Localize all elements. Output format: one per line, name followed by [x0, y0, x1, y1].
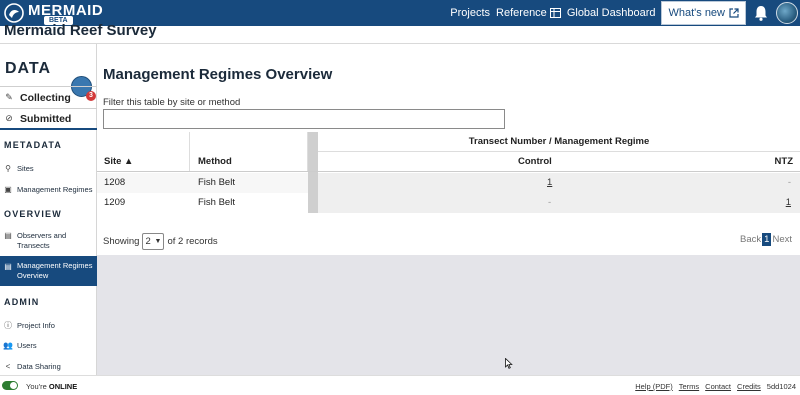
sidebar-item-label: Project Info [17, 320, 55, 330]
column-header-control[interactable]: Control [518, 152, 552, 172]
sidebar-item-sites[interactable]: ⚲ Sites [0, 160, 97, 176]
chevron-down-icon: ▼ [154, 238, 162, 245]
whats-new-label: What's new [668, 7, 725, 19]
overview-icon: ▤ [4, 262, 12, 271]
sidebar-item-label-line: Overview [17, 271, 49, 280]
project-title: Mermaid Reef Survey [4, 22, 157, 39]
row-background [318, 193, 800, 213]
sidebar-item-label-line: Management Regimes [17, 261, 93, 270]
spreadsheet-icon [549, 8, 561, 18]
cell-site: 1209 [104, 197, 126, 208]
submitted-icon: ⊘ [5, 113, 13, 123]
collecting-icon: ✎ [5, 92, 13, 102]
sidebar-item-label: Management Regimes [17, 184, 93, 194]
nav-reference[interactable]: Reference [496, 7, 561, 19]
sidebar-data-heading: DATA [5, 60, 52, 77]
column-header-method[interactable]: Method [198, 152, 232, 172]
sidebar-metadata-heading: METADATA [4, 140, 63, 150]
pager-current-page[interactable]: 1 [762, 233, 772, 246]
pager-back[interactable]: Back [740, 234, 761, 245]
pagination-summary: Showing 2 ▼ of 2 records [103, 233, 218, 250]
footer-link-credits[interactable]: Credits [737, 382, 761, 391]
table-row: 1208 Fish Belt 1 - [97, 173, 800, 193]
filter-label: Filter this table by site or method [103, 97, 241, 108]
mouse-cursor-icon [505, 358, 513, 369]
sidebar-item-users[interactable]: 👥 Users [0, 337, 97, 353]
collecting-count-badge: 3 [86, 91, 96, 101]
sidebar-item-label: Users [17, 340, 37, 350]
sidebar-item-submitted[interactable]: ⊘ Submitted [0, 108, 97, 130]
online-status: You're ONLINE [26, 382, 77, 391]
footer-links: Help (PDF) Terms Contact Credits 5dd1024 [635, 382, 796, 391]
cell-method: Fish Belt [198, 197, 235, 208]
sidebar-item-collecting[interactable]: ✎ Collecting [0, 86, 97, 108]
pagination: Back 1 Next [740, 233, 792, 246]
mermaid-logo-icon [4, 3, 24, 23]
users-icon: 👥 [3, 340, 13, 350]
sidebar-item-data-sharing[interactable]: < Data Sharing [0, 358, 97, 374]
page-size-value: 2 [145, 236, 151, 247]
sidebar-item-observers-and-transects[interactable]: ▤ Observers and Transects [0, 228, 97, 254]
cell-ntz: - [787, 177, 791, 188]
sidebar-item-label: Collecting [20, 91, 71, 104]
filter-input[interactable] [103, 109, 505, 129]
footer: You're ONLINE Help (PDF) Terms Contact C… [0, 375, 800, 395]
main-content: Management Regimes Overview Filter this … [97, 44, 800, 255]
empty-content-area [97, 255, 800, 375]
nav-reference-label: Reference [496, 7, 547, 19]
online-toggle[interactable] [2, 381, 18, 390]
cell-ntz[interactable]: 1 [786, 193, 791, 213]
version-label: 5dd1024 [766, 382, 796, 391]
sidebar-item-management-regimes-overview[interactable]: ▤ Management Regimes Overview [0, 256, 97, 286]
cell-site: 1208 [104, 177, 126, 188]
sidebar-item-label: Observers and Transects [17, 231, 66, 251]
group-header: Transect Number / Management Regime [318, 132, 800, 152]
page-size-select[interactable]: 2 ▼ [142, 233, 165, 250]
sidebar-overview-heading: OVERVIEW [4, 209, 62, 219]
sidebar-item-project-info[interactable]: ⓘ Project Info [0, 317, 97, 333]
nav-global-dashboard[interactable]: Global Dashboard [567, 7, 656, 19]
status-prefix: You're [26, 382, 47, 391]
avatar[interactable] [776, 2, 798, 24]
table-header-group: Transect Number / Management Regime [97, 132, 800, 172]
top-nav-links: Projects Reference Global Dashboard What… [450, 0, 800, 26]
row-background [318, 173, 800, 193]
sidebar-item-label: Data Sharing [17, 361, 61, 371]
bell-icon[interactable] [752, 4, 770, 22]
cell-control: - [548, 197, 552, 208]
sidebar-item-label-line: Observers and [17, 231, 67, 240]
page-title: Management Regimes Overview [103, 66, 333, 83]
sidebar-item-label: Submitted [20, 112, 72, 125]
cell-control[interactable]: 1 [547, 173, 552, 193]
footer-link-contact[interactable]: Contact [705, 382, 731, 391]
footer-link-help[interactable]: Help (PDF) [635, 382, 673, 391]
column-header-site[interactable]: Site ▲ [104, 152, 133, 172]
sidebar: DATA ✎ Collecting 3 ⊘ Submitted METADATA… [0, 44, 97, 375]
sidebar-item-label: Sites [17, 163, 34, 173]
whats-new-button[interactable]: What's new [661, 1, 746, 25]
table-header-row: Site ▲ Method Control NTZ [97, 152, 800, 172]
sites-icon: ⚲ [5, 163, 11, 173]
project-info-icon: ⓘ [4, 320, 12, 330]
pager-next[interactable]: Next [772, 234, 792, 245]
showing-suffix: of 2 records [167, 236, 218, 247]
cell-method: Fish Belt [198, 177, 235, 188]
status-value: ONLINE [48, 382, 78, 391]
nav-projects[interactable]: Projects [450, 7, 490, 19]
external-link-icon [729, 8, 739, 18]
sidebar-item-label-line: Transects [17, 241, 50, 250]
showing-prefix: Showing [103, 236, 140, 247]
column-header-ntz[interactable]: NTZ [775, 152, 793, 172]
footer-link-terms[interactable]: Terms [679, 382, 699, 391]
management-regimes-icon: ▣ [4, 184, 12, 194]
data-sharing-icon: < [5, 361, 11, 371]
sidebar-item-management-regimes[interactable]: ▣ Management Regimes [0, 181, 97, 197]
observers-icon: ▤ [4, 231, 12, 240]
table-row: 1209 Fish Belt - 1 [97, 193, 800, 213]
sidebar-admin-heading: ADMIN [4, 297, 40, 307]
sidebar-item-label: Management Regimes Overview [17, 261, 92, 281]
